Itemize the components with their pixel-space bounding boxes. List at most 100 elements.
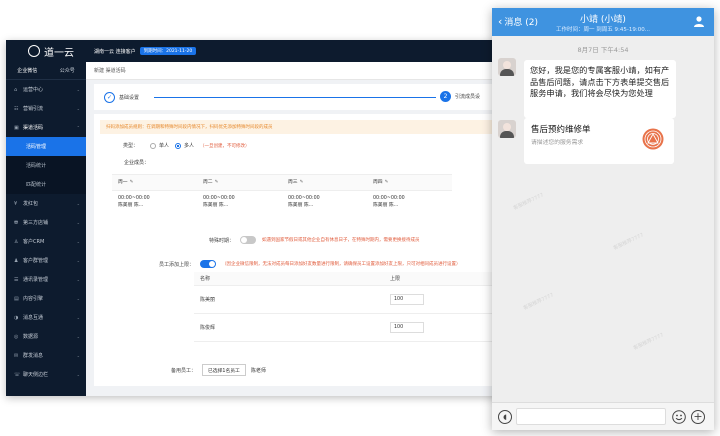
chat-window: ‹ 消息 (2) 小靖 (小靖) 工作时间：周一 到周五 9:45-19:00.… [492,8,714,430]
sidebar-item[interactable]: ⛃ 第三方店铺 ⌄ [6,213,86,232]
edit-icon[interactable]: ✎ [300,180,304,185]
radio-single[interactable] [150,142,156,149]
limit-row: 员工添加上限： （因企业微信限制，无法对成员每日添加好友数量进行限制，请确保员工… [94,260,461,268]
members-row: 企业成员： [124,159,149,166]
sidebar-item-label: 发红包 [23,201,39,207]
sidebar-item[interactable]: 匹配统计 [6,175,86,194]
chevron-down-icon: ⌄ [76,296,80,301]
message-input[interactable] [516,408,666,425]
radio-multi-label: 多人 [184,143,195,149]
menu-icon: ◎ [14,333,19,340]
limit-toggle[interactable] [200,260,216,268]
expire-badge: 到期时间：2021-11-20 [139,47,197,55]
menu-icon: ⌂ [14,86,18,93]
page-tab[interactable]: 新建 渠道活码 [94,67,126,74]
chevron-down-icon: ⌃ [76,125,80,130]
sidebar-item[interactable]: ✉ 群发消息 ⌄ [6,346,86,365]
edit-icon[interactable]: ✎ [215,180,219,185]
message-timestamp: 8月7日 下午4:54 [577,46,629,54]
step1-label[interactable]: 基础设置 [119,94,139,101]
step2-label: 引流成员设 [455,94,481,100]
screen: 道一云 湖南一云 连接客户 到期时间：2021-11-20 企业微信 公众号 ⌂… [0,0,720,436]
sidebar-item[interactable]: ⌂ 运营中心 ⌄ [6,80,86,99]
sidebar-item-label: 活码管理 [26,144,47,150]
menu-icon: ▣ [14,124,19,131]
type-row: 类型： 单人 多人 （一旦创建，不可修改） [94,142,250,149]
special-toggle[interactable] [240,236,256,244]
emoji-icon[interactable] [672,410,686,424]
sidebar-item[interactable]: ▤ 内容引擎 ⌄ [6,289,86,308]
steps-bar: ✓ 基础设置 2 引流成员设 [94,84,498,110]
chevron-down-icon: ⌄ [76,334,80,339]
sidebar-item[interactable]: ☰ 通讯录管理 ⌄ [6,270,86,289]
sidebar-item[interactable]: ♟ 客户群管理 ⌄ [6,251,86,270]
chat-header: ‹ 消息 (2) 小靖 (小靖) 工作时间：周一 到周五 9:45-19:00.… [492,8,714,36]
menu-icon: ☏ [14,371,21,378]
time-range: 00:00~00:00 [203,196,235,201]
type-label: 类型： [122,143,138,149]
sidebar-item[interactable]: 活码管理 [6,137,86,156]
sidebar-item-label: 第三方店铺 [23,220,49,226]
step1-check-icon: ✓ [104,91,115,103]
chevron-down-icon: ⌄ [76,315,80,320]
user-profile-icon[interactable] [693,15,705,27]
menu-icon: ▤ [14,295,19,302]
schedule-cell: 00:00~00:00 陈美丽 陈... [197,191,282,221]
sidebar-item[interactable]: ◑ 消息互通 ⌄ [6,308,86,327]
schedule-cell: 00:00~00:00 陈美丽 陈... [112,191,197,221]
avatar[interactable] [498,120,516,138]
sidebar-item-label: 群发消息 [23,353,44,359]
page-tab-bar: 新建 渠道活码 [86,62,506,80]
time-range: 00:00~00:00 [288,196,320,201]
avatar[interactable] [498,58,516,76]
weekday-header[interactable]: 周四 ✎ [367,175,452,190]
chevron-down-icon: ⌄ [76,372,80,377]
limit-input[interactable]: 100 [390,294,424,305]
menu-icon: ✉ [14,352,19,359]
sidebar-item-label: 消息互通 [23,315,44,321]
tab-official-account[interactable]: 公众号 [60,67,75,74]
schedule-grid-body: 00:00~00:00 陈美丽 陈... 00:00~00:00 陈美丽 陈... 00… [112,191,452,221]
edit-icon[interactable]: ✎ [385,180,389,185]
form-card-message[interactable]: 售后预约维修单 请描述您的服务需求 [524,118,674,164]
menu-icon: ♙ [14,238,19,245]
voice-icon[interactable]: ◖ [498,410,512,424]
sidebar-item[interactable]: ♙ 客户CRM ⌄ [6,232,86,251]
tab-wework[interactable]: 企业微信 [17,67,37,74]
sidebar-item[interactable]: ☷ 营销引流 ⌄ [6,99,86,118]
members-label: 企业成员： [124,160,150,166]
chevron-down-icon: ⌄ [76,87,80,92]
weekday-header[interactable]: 周二 ✎ [197,175,282,190]
sidebar-item[interactable]: 活码统计 [6,156,86,175]
limit-input[interactable]: 100 [390,322,424,333]
weekday-label: 周二 [203,180,213,185]
sidebar-item[interactable]: ☏ 聊天侧边栏 ⌄ [6,365,86,384]
sidebar-item-label: 活码统计 [26,163,47,169]
watermark: 客服推荐7777 [512,192,545,212]
sidebar-tabs: 企业微信 公众号 [6,62,86,80]
step2-number: 2 [440,91,451,102]
form-card: 扫码添加成员规则：在调期和特殊时间段内情况下，扫码优先添加特殊时间段的成员 类型… [94,114,506,386]
weekday-label: 周一 [118,180,128,185]
plus-icon[interactable]: + [691,410,705,424]
menu-icon: ☷ [14,105,19,112]
chevron-down-icon: ⌄ [76,258,80,263]
weekday-header[interactable]: 周一 ✎ [112,175,197,190]
radio-multi[interactable] [175,142,182,149]
warning-banner: 扫码添加成员规则：在调期和特殊时间段内情况下，扫码优先添加特殊时间段的成员 [100,120,500,134]
sidebar-item[interactable]: ◎ 数据源 ⌄ [6,327,86,346]
choose-backup-button[interactable]: 已选择1名员工 [202,364,246,376]
weekday-header[interactable]: 周三 ✎ [282,175,367,190]
breadcrumb[interactable]: 湖南一云 连接客户 [94,48,136,55]
message-bubble: 您好，我是您的专属客服小靖，如有产品售后问题，请点击下方表单提交售后服务申请，我… [524,60,676,118]
sidebar-item-label: 匹配统计 [26,182,47,188]
sidebar-item[interactable]: ¥ 发红包 ⌄ [6,194,86,213]
step2[interactable]: 2 引流成员设 [440,91,480,102]
time-range: 00:00~00:00 [118,196,150,201]
chevron-down-icon: ⌄ [76,201,80,206]
limit-table-head: 名称 上限 [194,272,494,286]
edit-icon[interactable]: ✎ [130,180,134,185]
step-connector [154,97,436,98]
weekday-label: 周四 [373,180,383,185]
sidebar-item[interactable]: ▣ 渠道活码 ⌃ [6,118,86,137]
